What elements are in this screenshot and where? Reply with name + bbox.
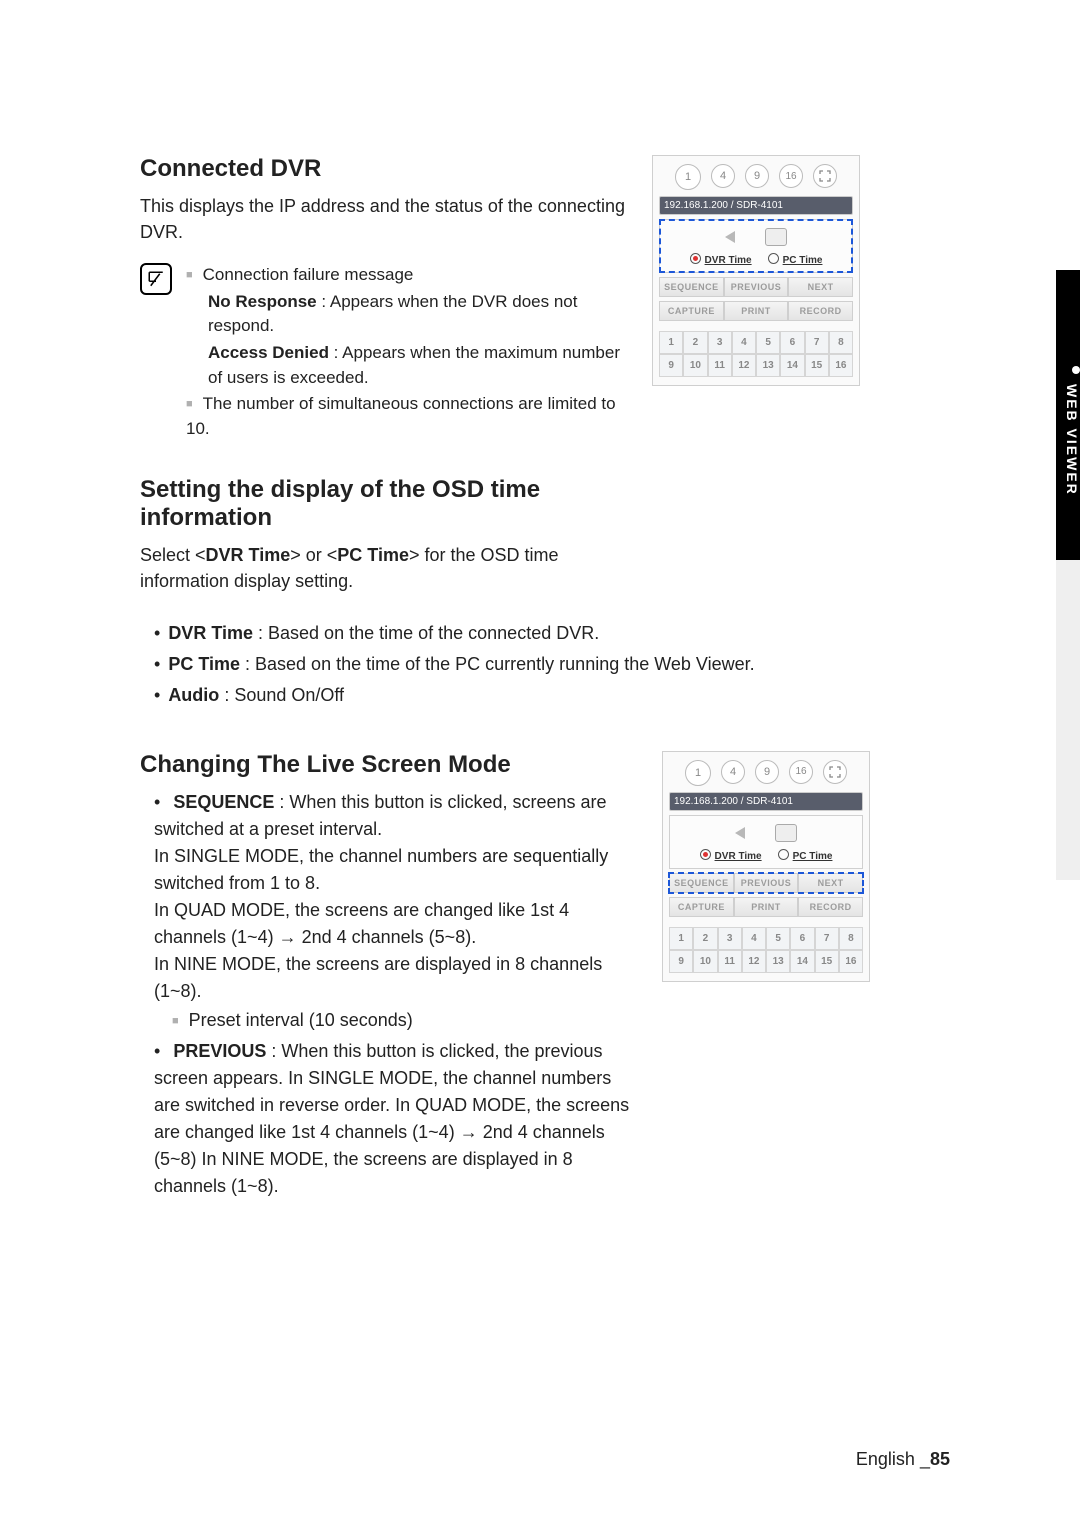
- layout-1-icon[interactable]: 1: [685, 760, 711, 786]
- channel-cell[interactable]: 4: [732, 331, 756, 354]
- channel-cell[interactable]: 2: [683, 331, 707, 354]
- radio-pc-time[interactable]: PC Time: [768, 252, 823, 266]
- stop-button[interactable]: [765, 228, 787, 246]
- channel-cell[interactable]: 9: [659, 354, 683, 377]
- lead-osd-time: Select <DVR Time> or <PC Time> for the O…: [140, 542, 630, 594]
- bullet-pc-time: PC Time : Based on the time of the PC cu…: [154, 651, 950, 678]
- next-button[interactable]: NEXT: [788, 277, 853, 297]
- channel-cell[interactable]: 11: [708, 354, 732, 377]
- side-light-bar: [1056, 560, 1080, 880]
- layout-full-icon[interactable]: [813, 164, 837, 188]
- layout-full-icon[interactable]: [823, 760, 847, 784]
- note-item-label: Connection failure message: [203, 265, 414, 284]
- radio-dvr-time[interactable]: DVR Time: [690, 252, 752, 266]
- channel-cell[interactable]: 16: [839, 950, 863, 973]
- note-no-response: No Response : Appears when the DVR does …: [208, 290, 630, 339]
- channel-cell[interactable]: 7: [805, 331, 829, 354]
- record-button[interactable]: RECORD: [788, 301, 853, 321]
- radio-dvr-time[interactable]: DVR Time: [700, 848, 762, 862]
- print-button[interactable]: PRINT: [734, 897, 799, 917]
- button-row-1-highlight: SEQUENCE PREVIOUS NEXT: [669, 873, 863, 893]
- channel-cell[interactable]: 10: [693, 950, 717, 973]
- print-button[interactable]: PRINT: [724, 301, 789, 321]
- layout-16-icon[interactable]: 16: [789, 760, 813, 784]
- channel-cell[interactable]: 8: [829, 331, 853, 354]
- page-footer: English _85: [856, 1449, 950, 1470]
- status-bar: 192.168.1.200 / SDR-4101: [659, 196, 853, 215]
- note-item-label: The number of simultaneous connections a…: [186, 394, 616, 438]
- channel-cell[interactable]: 8: [839, 927, 863, 950]
- channel-cell[interactable]: 10: [683, 354, 707, 377]
- channel-cell[interactable]: 1: [659, 331, 683, 354]
- channel-cell[interactable]: 1: [669, 927, 693, 950]
- note-item-failure: Connection failure message: [186, 263, 630, 288]
- sub-bullet-preset: Preset interval (10 seconds): [172, 1007, 640, 1034]
- bullet-dvr-time: DVR Time : Based on the time of the conn…: [154, 620, 950, 647]
- button-row-2: CAPTURE PRINT RECORD: [659, 301, 853, 321]
- channel-cell[interactable]: 3: [708, 331, 732, 354]
- channel-cell[interactable]: 5: [766, 927, 790, 950]
- capture-button[interactable]: CAPTURE: [669, 897, 734, 917]
- layout-9-icon[interactable]: 9: [755, 760, 779, 784]
- channel-cell[interactable]: 6: [780, 331, 804, 354]
- side-tab: WEB VIEWER: [1056, 270, 1080, 576]
- capture-button[interactable]: CAPTURE: [659, 301, 724, 321]
- channel-cell[interactable]: 2: [693, 927, 717, 950]
- next-button[interactable]: NEXT: [798, 873, 863, 893]
- channel-grid: 1 2 3 4 5 6 7 8 9 10 11 12 13 14 15 16: [659, 331, 853, 377]
- lead-connected-dvr: This displays the IP address and the sta…: [140, 193, 630, 245]
- status-bar: 192.168.1.200 / SDR-4101: [669, 792, 863, 811]
- layout-4-icon[interactable]: 4: [721, 760, 745, 784]
- channel-cell[interactable]: 16: [829, 354, 853, 377]
- time-controls-highlight: DVR Time PC Time: [659, 219, 853, 273]
- sequence-button[interactable]: SEQUENCE: [669, 873, 734, 893]
- layout-9-icon[interactable]: 9: [745, 164, 769, 188]
- channel-cell[interactable]: 15: [815, 950, 839, 973]
- bullet-audio: Audio : Sound On/Off: [154, 682, 950, 709]
- channel-cell[interactable]: 3: [718, 927, 742, 950]
- bullet-icon: [1072, 366, 1080, 374]
- channel-cell[interactable]: 5: [756, 331, 780, 354]
- channel-cell[interactable]: 13: [756, 354, 780, 377]
- button-row-1: SEQUENCE PREVIOUS NEXT: [659, 277, 853, 297]
- layout-1-icon[interactable]: 1: [675, 164, 701, 190]
- radio-pc-time[interactable]: PC Time: [778, 848, 833, 862]
- channel-cell[interactable]: 13: [766, 950, 790, 973]
- note-access-denied: Access Denied : Appears when the maximum…: [208, 341, 630, 390]
- previous-button[interactable]: PREVIOUS: [734, 873, 799, 893]
- note-icon: [140, 263, 172, 295]
- channel-cell[interactable]: 9: [669, 950, 693, 973]
- prev-icon[interactable]: [725, 231, 735, 243]
- channel-cell[interactable]: 12: [732, 354, 756, 377]
- previous-button[interactable]: PREVIOUS: [724, 277, 789, 297]
- stop-button[interactable]: [775, 824, 797, 842]
- channel-cell[interactable]: 14: [790, 950, 814, 973]
- channel-cell[interactable]: 11: [718, 950, 742, 973]
- viewer-panel-1: 1 4 9 16 192.168.1.200 / SDR-4101 DVR Ti…: [652, 155, 860, 386]
- record-button[interactable]: RECORD: [798, 897, 863, 917]
- channel-cell[interactable]: 6: [790, 927, 814, 950]
- layout-4-icon[interactable]: 4: [711, 164, 735, 188]
- layout-16-icon[interactable]: 16: [779, 164, 803, 188]
- channel-cell[interactable]: 4: [742, 927, 766, 950]
- heading-connected-dvr: Connected DVR: [140, 155, 630, 183]
- channel-cell[interactable]: 12: [742, 950, 766, 973]
- note-item-limit: The number of simultaneous connections a…: [186, 392, 630, 441]
- heading-osd-time: Setting the display of the OSD time info…: [140, 476, 630, 532]
- button-row-2: CAPTURE PRINT RECORD: [669, 897, 863, 917]
- side-tab-label: WEB VIEWER: [1064, 384, 1080, 496]
- viewer-panel-2: 1 4 9 16 192.168.1.200 / SDR-4101 DVR Ti…: [662, 751, 870, 982]
- prev-icon[interactable]: [735, 827, 745, 839]
- channel-grid: 1 2 3 4 5 6 7 8 9 10 11 12 13 14 15 16: [669, 927, 863, 973]
- heading-live-mode: Changing The Live Screen Mode: [140, 751, 640, 779]
- layout-circles: 1 4 9 16: [659, 164, 853, 190]
- bullet-previous: PREVIOUS : When this button is clicked, …: [154, 1038, 640, 1200]
- channel-cell[interactable]: 15: [805, 354, 829, 377]
- channel-cell[interactable]: 7: [815, 927, 839, 950]
- channel-cell[interactable]: 14: [780, 354, 804, 377]
- sequence-button[interactable]: SEQUENCE: [659, 277, 724, 297]
- bullet-sequence: SEQUENCE : When this button is clicked, …: [154, 789, 640, 1034]
- time-controls: DVR Time PC Time: [669, 815, 863, 869]
